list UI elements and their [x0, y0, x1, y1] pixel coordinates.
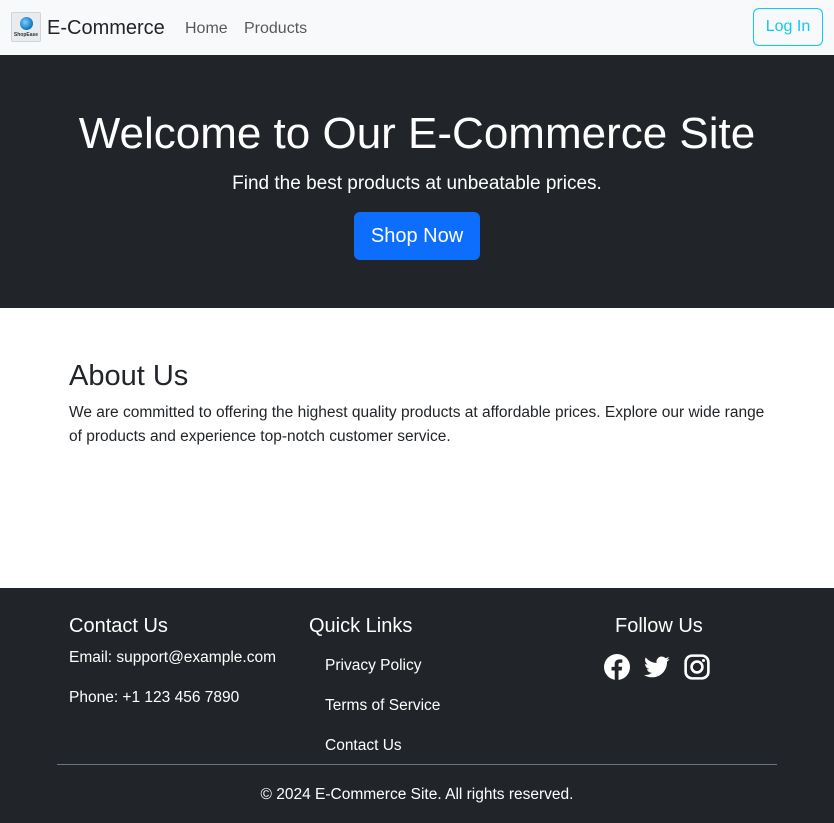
brand-name[interactable]: E-Commerce	[47, 16, 165, 40]
footer-link-contact-us[interactable]: Contact Us	[325, 736, 402, 756]
globe-icon	[20, 17, 33, 30]
footer-contact-title: Contact Us	[69, 615, 168, 637]
facebook-icon[interactable]	[604, 654, 630, 680]
navbar: ShopEase E-Commerce Home Products Log In	[0, 0, 834, 55]
nav-link-home[interactable]: Home	[185, 19, 228, 39]
about-title: About Us	[69, 360, 189, 392]
logo-text: ShopEase	[13, 32, 39, 38]
footer: Contact Us Email: support@example.com Ph…	[0, 588, 834, 823]
login-button[interactable]: Log In	[753, 8, 823, 46]
footer-link-terms-of-service[interactable]: Terms of Service	[325, 696, 440, 716]
nav-link-products[interactable]: Products	[244, 19, 307, 39]
footer-phone: Phone: +1 123 456 7890	[69, 689, 240, 706]
footer-quick-links-title: Quick Links	[309, 615, 413, 637]
footer-link-privacy-policy[interactable]: Privacy Policy	[325, 656, 421, 676]
twitter-icon[interactable]	[644, 654, 670, 680]
footer-follow-title: Follow Us	[615, 615, 703, 637]
instagram-icon[interactable]	[684, 654, 710, 680]
hero-title: Welcome to Our E-Commerce Site	[78, 109, 756, 158]
footer-copyright: © 2024 E-Commerce Site. All rights reser…	[260, 786, 574, 803]
hero-subtitle: Find the best products at unbeatable pri…	[232, 173, 602, 194]
footer-divider	[57, 764, 777, 765]
hero-section: Welcome to Our E-Commerce Site Find the …	[0, 55, 834, 308]
about-text: We are committed to offering the highest…	[69, 404, 765, 445]
footer-email: Email: support@example.com	[69, 649, 276, 666]
brand-logo[interactable]: ShopEase	[11, 12, 41, 42]
shop-now-button[interactable]: Shop Now	[354, 212, 480, 260]
